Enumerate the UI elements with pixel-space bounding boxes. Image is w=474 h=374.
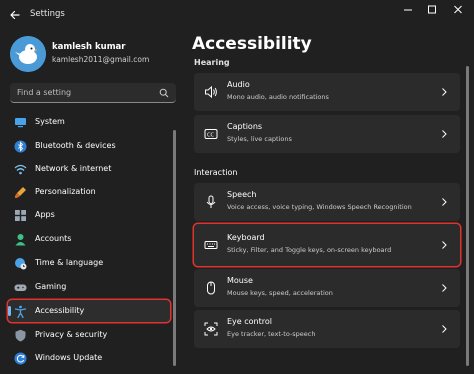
gamepad-icon [14, 284, 27, 291]
title-bar: Settings [0, 0, 474, 30]
minimize-icon[interactable] [398, 3, 418, 17]
sidebar-item-privacy[interactable]: Privacy & security [8, 324, 170, 346]
card-title: Speech [227, 190, 257, 199]
sidebar-scrollbar[interactable] [173, 130, 176, 366]
search-placeholder: Find a setting [17, 88, 72, 97]
search-input[interactable]: Find a setting [10, 83, 176, 103]
sidebar-item-label: Network & internet [35, 164, 112, 173]
update-icon [14, 352, 27, 365]
card-subtitle: Sticky, Filter, and Toggle keys, on-scre… [227, 246, 392, 254]
sidebar-item-label: Apps [35, 210, 55, 219]
card-title: Eye control [227, 317, 272, 326]
shield-icon [15, 329, 26, 342]
settings-list: Hearing Audio Mono audio, audio notifica… [192, 58, 462, 374]
sidebar-item-windows-update[interactable]: Windows Update [8, 347, 170, 369]
sidebar-item-label: Privacy & security [35, 330, 108, 339]
sidebar-item-label: Bluetooth & devices [35, 141, 116, 150]
sidebar-item-bluetooth[interactable]: Bluetooth & devices [8, 135, 170, 157]
speech-card[interactable]: Speech Voice access, voice typing, Windo… [194, 183, 460, 221]
sidebar-item-label: Accounts [35, 234, 72, 243]
card-title: Audio [227, 80, 250, 89]
audio-card[interactable]: Audio Mono audio, audio notifications [194, 73, 460, 111]
sidebar-item-network[interactable]: Network & internet [8, 158, 170, 180]
chevron-right-icon [442, 325, 447, 333]
chevron-right-icon [442, 284, 447, 292]
selection-indicator [8, 306, 11, 316]
section-heading-hearing: Hearing [194, 58, 230, 67]
sidebar-item-time-language[interactable]: Time & language [8, 252, 170, 274]
card-subtitle: Styles, live captions [227, 135, 292, 143]
mouse-card[interactable]: Mouse Mouse keys, speed, acceleration [194, 269, 460, 307]
sidebar-item-apps[interactable]: Apps [8, 204, 170, 226]
wifi-icon [14, 164, 27, 175]
sidebar-item-accessibility[interactable]: Accessibility [8, 300, 170, 322]
sidebar-item-label: System [35, 117, 65, 126]
keyboard-card[interactable]: Keyboard Sticky, Filter, and Toggle keys… [194, 224, 460, 266]
sidebar-item-label: Accessibility [35, 306, 85, 315]
monitor-icon [15, 118, 26, 128]
card-subtitle: Eye tracker, text-to-speech [227, 330, 316, 338]
chevron-right-icon [442, 88, 447, 96]
avatar[interactable] [10, 36, 46, 72]
captions-icon: CC [204, 129, 218, 139]
person-icon [15, 234, 26, 246]
card-subtitle: Mouse keys, speed, acceleration [227, 289, 333, 297]
card-subtitle: Mono audio, audio notifications [227, 93, 329, 101]
brush-icon [15, 187, 26, 198]
eye-control-card[interactable]: Eye control Eye tracker, text-to-speech [194, 310, 460, 348]
page-title: Accessibility [192, 34, 312, 54]
microphone-icon [206, 195, 216, 208]
card-title: Captions [227, 122, 263, 131]
sidebar-item-label: Gaming [35, 282, 67, 291]
card-title: Keyboard [227, 233, 265, 242]
sidebar-item-label: Time & language [35, 258, 104, 267]
maximize-icon[interactable] [422, 3, 442, 17]
globe-clock-icon [15, 258, 27, 270]
sidebar-item-accounts[interactable]: Accounts [8, 228, 170, 250]
card-title: Mouse [227, 276, 253, 285]
chevron-right-icon [442, 130, 447, 138]
content-scrollbar[interactable] [466, 66, 469, 366]
chevron-right-icon [442, 241, 447, 249]
user-email: kamlesh2011@gmail.com [52, 55, 150, 64]
user-name: kamlesh kumar [52, 42, 126, 52]
section-heading-interaction: Interaction [194, 168, 238, 177]
apps-icon [15, 210, 26, 221]
speaker-icon [205, 85, 217, 99]
bluetooth-icon [14, 140, 27, 153]
captions-card[interactable]: CC Captions Styles, live captions [194, 115, 460, 153]
bird-avatar-icon [10, 36, 46, 72]
search-icon[interactable] [159, 88, 169, 98]
svg-text:CC: CC [207, 133, 214, 139]
accessibility-icon [14, 305, 27, 318]
chevron-right-icon [442, 198, 447, 206]
sidebar-item-label: Windows Update [35, 353, 103, 362]
sidebar-item-label: Personalization [35, 187, 96, 196]
window-title: Settings [30, 9, 65, 19]
back-arrow-icon[interactable] [6, 6, 24, 24]
sidebar-item-personalization[interactable]: Personalization [8, 181, 170, 203]
keyboard-icon [204, 241, 218, 249]
card-subtitle: Voice access, voice typing, Windows Spee… [227, 203, 412, 211]
eye-control-icon [204, 322, 218, 336]
close-icon[interactable] [448, 3, 468, 17]
sidebar-item-gaming[interactable]: Gaming [8, 276, 170, 298]
mouse-icon [207, 281, 215, 295]
sidebar-item-system[interactable]: System [8, 111, 170, 133]
